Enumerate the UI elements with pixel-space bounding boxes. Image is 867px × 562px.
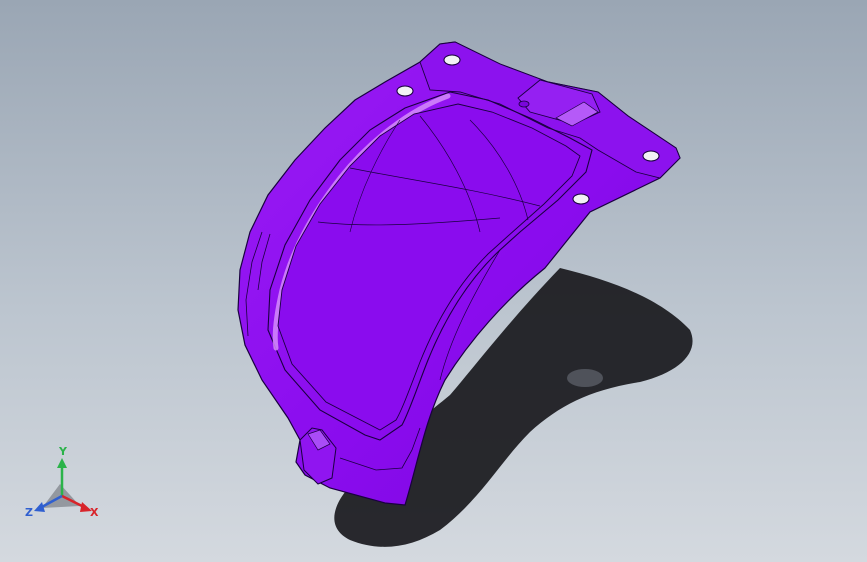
z-axis-arrow-icon <box>34 502 45 512</box>
mounting-hole-3[interactable] <box>642 150 660 162</box>
triad-graphic: Y X Z <box>25 445 99 519</box>
z-axis-label: Z <box>25 506 33 519</box>
y-axis-label: Y <box>58 445 68 458</box>
mounting-hole-5[interactable] <box>518 100 530 108</box>
x-axis-label: X <box>90 506 99 519</box>
mounting-hole-4[interactable] <box>572 193 590 205</box>
mounting-hole-2[interactable] <box>396 85 414 97</box>
shadow-highlight <box>567 369 603 387</box>
coordinate-triad: Y X Z <box>22 444 104 526</box>
y-axis-arrow-icon <box>57 458 67 468</box>
part-model[interactable] <box>0 0 867 562</box>
mounting-hole-1[interactable] <box>443 54 461 66</box>
graphics-viewport[interactable]: Y X Z <box>0 0 867 562</box>
